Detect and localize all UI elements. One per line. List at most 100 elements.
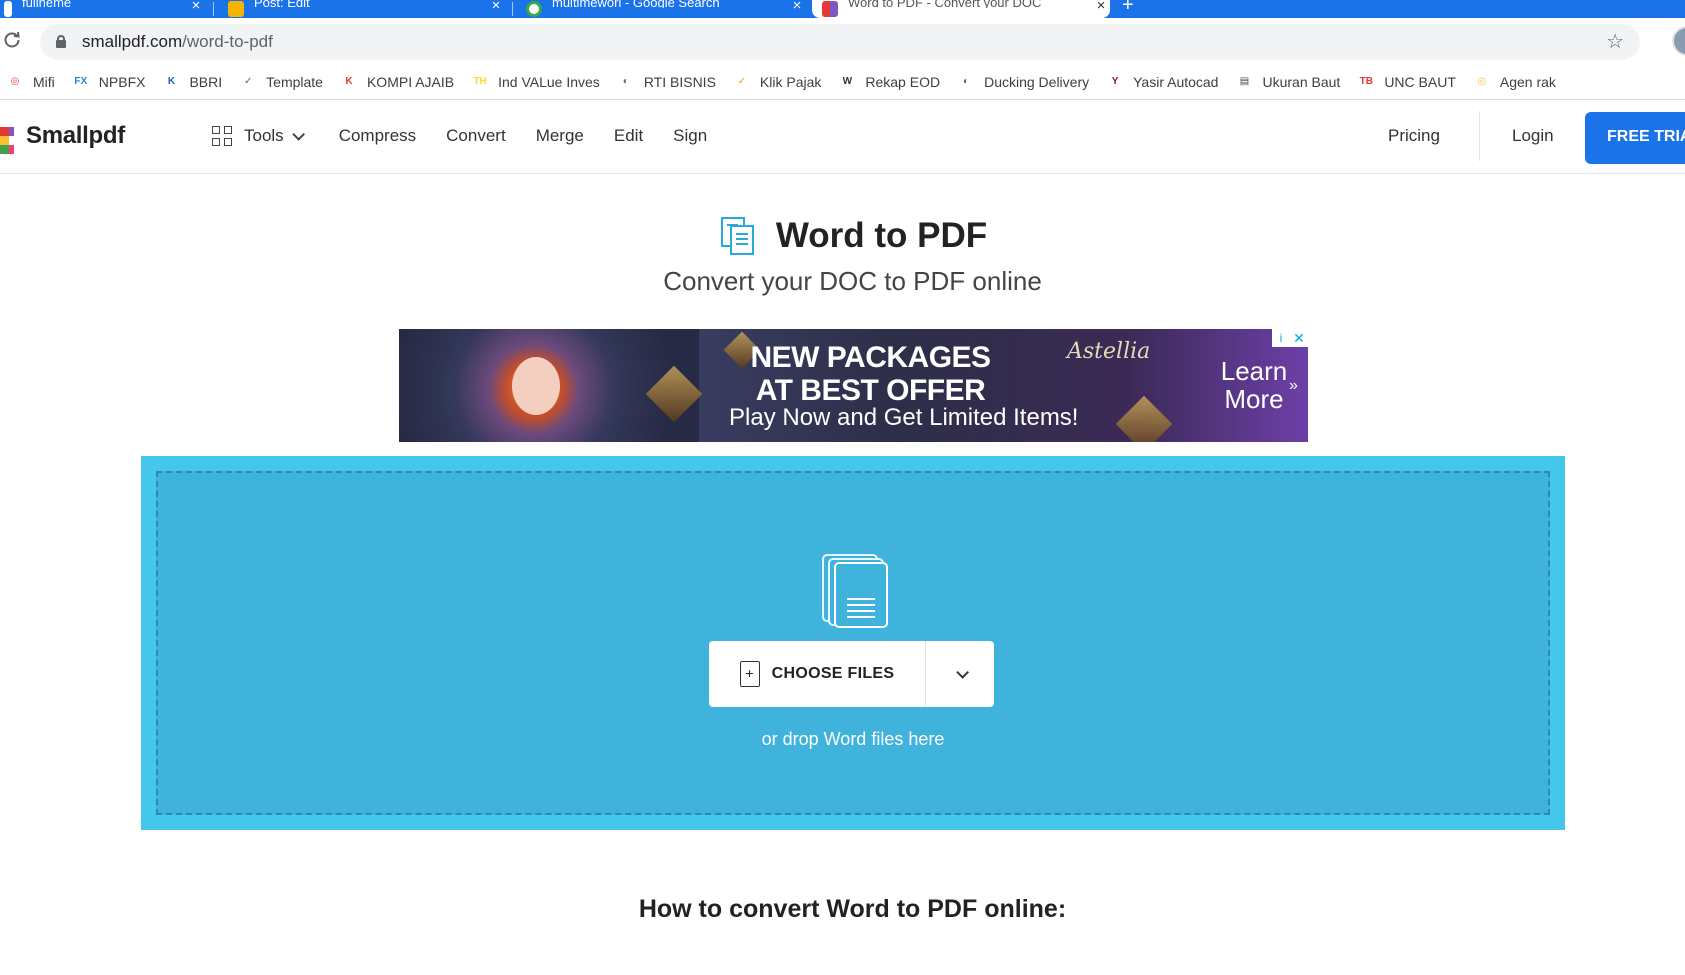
- choose-files-label: CHOOSE FILES: [771, 665, 895, 682]
- w-icon: W: [842, 76, 853, 87]
- hero-title-row: Word to PDF: [0, 216, 1685, 256]
- word-to-pdf-icon: [718, 216, 758, 256]
- bookmark-item[interactable]: ◎ Mifi: [6, 74, 55, 90]
- npbfx-icon: FX: [74, 76, 88, 87]
- bookmark-label: Ducking Delivery: [984, 73, 1090, 90]
- nav-merge[interactable]: Merge: [536, 126, 584, 146]
- profile-avatar[interactable]: [1672, 26, 1685, 56]
- bookmark-label: Yasir Autocad: [1133, 73, 1219, 90]
- address-bar-row: smallpdf.com/word-to-pdf ☆: [0, 18, 1685, 64]
- dropzone[interactable]: + CHOOSE FILES or drop Word files here: [141, 456, 1565, 830]
- tools-menu[interactable]: Tools: [212, 126, 305, 146]
- bookmark-item[interactable]: TB UNC BAUT: [1357, 74, 1456, 90]
- close-tab-icon[interactable]: ×: [187, 0, 205, 14]
- browser-tab-strip: fullheme × Post: Edit × multimeworl - Go…: [0, 0, 1685, 18]
- smallpdf-logo[interactable]: Smallpdf: [0, 119, 125, 154]
- grid-icon: [212, 126, 232, 146]
- url-host: smallpdf.com: [82, 32, 183, 51]
- bookmark-item[interactable]: ◎ Agen rak: [1473, 74, 1556, 90]
- page-subtitle: Convert your DOC to PDF online: [663, 266, 1042, 296]
- mifi-icon: ◎: [10, 76, 20, 87]
- smallpdf-favicon-icon: [822, 1, 838, 17]
- bookmark-label: Agen rak: [1499, 73, 1556, 90]
- choose-files-button[interactable]: + CHOOSE FILES: [709, 641, 926, 707]
- nav-convert[interactable]: Convert: [446, 126, 506, 146]
- bookmark-label: KOMPI AJAIB: [366, 73, 455, 90]
- smallpdf-logo-icon: [0, 119, 18, 154]
- nav-compress[interactable]: Compress: [339, 126, 416, 146]
- new-tab-button[interactable]: +: [1122, 0, 1134, 17]
- bookmark-item[interactable]: ◐ Ducking Delivery: [957, 74, 1089, 90]
- template-icon: ✓: [243, 76, 253, 87]
- tab-favicon-icon: [4, 1, 12, 17]
- file-add-icon: +: [739, 661, 760, 687]
- nav-sign[interactable]: Sign: [673, 126, 707, 146]
- google-icon: [526, 1, 542, 17]
- bookmark-label: BBRI: [189, 73, 223, 90]
- bookmark-item[interactable]: Y Yasir Autocad: [1106, 73, 1219, 90]
- free-trial-button[interactable]: FREE TRIAL: [1585, 112, 1685, 164]
- ad-close-icon[interactable]: ✕: [1290, 329, 1308, 347]
- bookmark-item[interactable]: TH Ind VALue Inves: [471, 73, 600, 90]
- ad-chevron-icon: »: [1289, 377, 1298, 394]
- url-text[interactable]: smallpdf.com/word-to-pdf: [82, 32, 273, 52]
- ad-info-icon[interactable]: i: [1272, 329, 1290, 347]
- ad-learn-more[interactable]: Learn More: [1209, 357, 1299, 413]
- bookmark-item[interactable]: ✓ Template: [239, 74, 323, 90]
- th-icon: TH: [473, 76, 487, 87]
- bookmark-item[interactable]: K BBRI: [162, 74, 222, 90]
- lock-icon[interactable]: [56, 35, 66, 48]
- bookmark-star-icon[interactable]: ☆: [1606, 29, 1624, 54]
- pricing-link[interactable]: Pricing: [1388, 126, 1440, 146]
- bookmark-label: Mifi: [33, 73, 55, 90]
- close-tab-icon[interactable]: ×: [1092, 0, 1110, 14]
- bookmark-label: Ind VALue Inves: [498, 73, 600, 90]
- globe-icon: ◐: [622, 76, 629, 87]
- tab-separator: [512, 2, 513, 16]
- files-icon: [820, 553, 890, 629]
- tab-title: fullheme: [22, 0, 72, 8]
- close-tab-icon[interactable]: ×: [788, 0, 806, 14]
- header-divider: [1479, 111, 1480, 161]
- reload-icon[interactable]: [2, 30, 22, 50]
- tab-title: Post: Edit: [254, 0, 310, 8]
- close-tab-icon[interactable]: ×: [487, 0, 505, 14]
- logo-text: Smallpdf: [26, 122, 125, 149]
- browser-tab[interactable]: Post: Edit ×: [228, 0, 505, 18]
- checkmark-icon: ✓: [737, 76, 747, 87]
- bookmark-item[interactable]: W Rekap EOD: [838, 74, 940, 90]
- agen-icon: ◎: [1477, 76, 1487, 87]
- bookmark-item[interactable]: ✓ Klik Pajak: [733, 73, 822, 90]
- blogger-icon: [228, 1, 244, 17]
- bookmark-item[interactable]: ▤ Ukuran Baut: [1235, 73, 1341, 90]
- howto-heading: How to convert Word to PDF online:: [638, 895, 1067, 923]
- drop-hint: or drop Word files here: [761, 729, 945, 749]
- browser-tab-active[interactable]: Word to PDF - Convert your DOC ×: [812, 0, 1110, 18]
- browser-tab[interactable]: multimeworl - Google Search ×: [526, 0, 806, 18]
- tab-separator: [213, 2, 214, 16]
- ad-brand-logo: Astellia: [1067, 339, 1151, 364]
- tab-title: Word to PDF - Convert your DOC: [848, 0, 1042, 8]
- bolt-icon: ▤: [1239, 76, 1250, 87]
- browser-tab[interactable]: fullheme ×: [0, 0, 205, 18]
- bookmark-label: Klik Pajak: [759, 73, 822, 90]
- page-title: Word to PDF: [775, 216, 988, 255]
- login-link[interactable]: Login: [1512, 126, 1554, 146]
- choose-files-button-group: + CHOOSE FILES: [709, 641, 994, 707]
- nav-edit[interactable]: Edit: [614, 126, 643, 146]
- kompi-icon: K: [345, 76, 353, 87]
- choose-files-dropdown[interactable]: [926, 641, 994, 707]
- bookmark-item[interactable]: FX NPBFX: [72, 73, 146, 90]
- omnibox[interactable]: smallpdf.com/word-to-pdf ☆: [40, 24, 1640, 60]
- ad-subline: Play Now and Get Limited Items!: [729, 404, 1079, 431]
- bookmark-label: Template: [266, 73, 323, 90]
- site-header: Smallpdf Tools Compress Convert Merge Ed…: [0, 101, 1685, 174]
- dropzone-inner[interactable]: + CHOOSE FILES or drop Word files here: [156, 471, 1550, 815]
- tools-label: Tools: [244, 126, 284, 145]
- bookmark-label: NPBFX: [98, 73, 146, 90]
- chevron-down-icon: [291, 127, 305, 141]
- ad-banner[interactable]: NEW PACKAGES AT BEST OFFER Play Now and G…: [399, 329, 1308, 442]
- bookmark-label: Ukuran Baut: [1262, 73, 1341, 90]
- bookmark-item[interactable]: ◐ RTI BISNIS: [617, 74, 716, 90]
- bookmark-item[interactable]: K KOMPI AJAIB: [340, 74, 454, 90]
